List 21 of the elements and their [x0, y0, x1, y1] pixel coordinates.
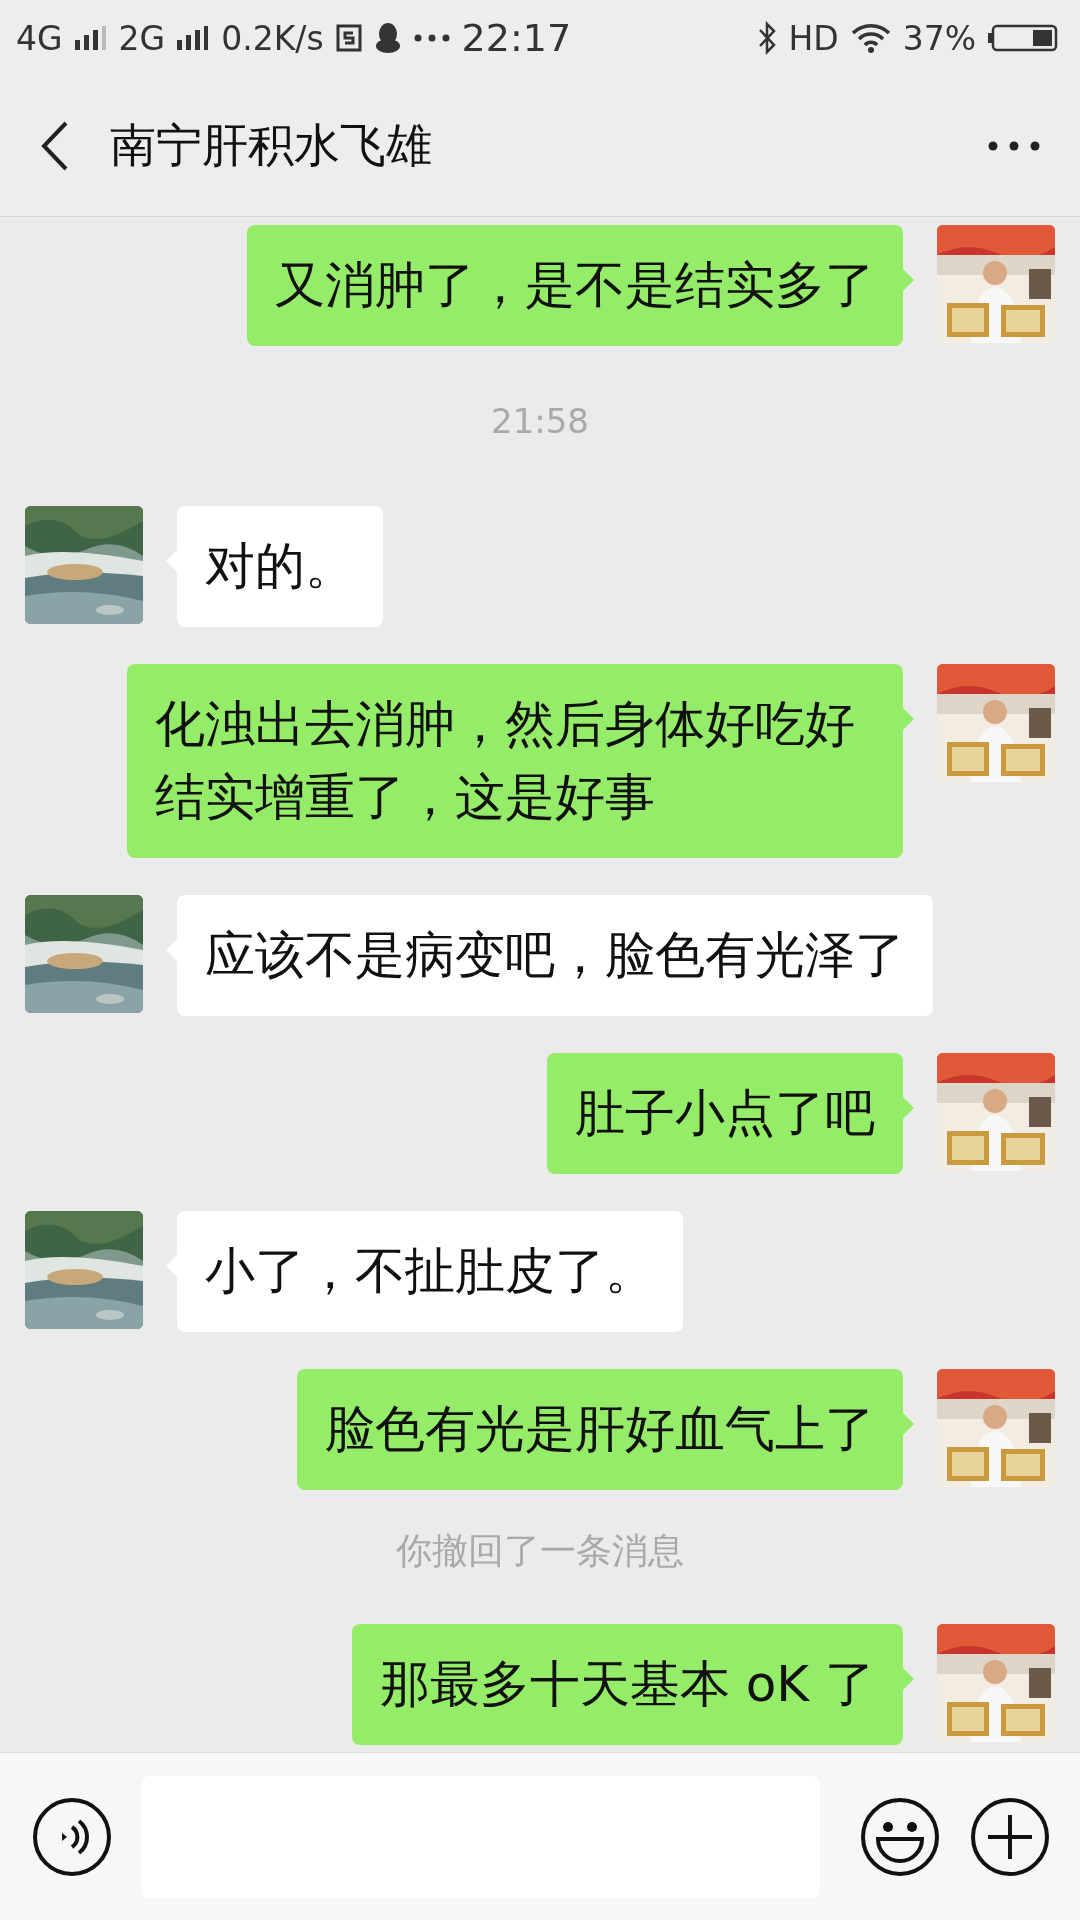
- more-icon[interactable]: [988, 141, 1040, 151]
- network-label: 2G: [118, 18, 166, 58]
- hd-label: HD: [788, 18, 839, 58]
- signal-icon: [177, 26, 210, 50]
- emoji-icon[interactable]: [860, 1796, 940, 1877]
- system-notice: 你撤回了一条消息: [396, 1530, 684, 1571]
- timestamp: 21:58: [491, 401, 589, 441]
- plus-icon[interactable]: [970, 1796, 1050, 1877]
- clock: 22:17: [461, 16, 572, 60]
- wifi-icon: [850, 23, 891, 53]
- back-icon[interactable]: [40, 120, 70, 172]
- square-s-icon: [335, 24, 362, 52]
- signal-icon: [74, 26, 107, 50]
- voice-icon[interactable]: [32, 1796, 112, 1877]
- network-label: 4G: [16, 18, 63, 58]
- more-icon: [413, 34, 450, 42]
- chat-title: 南宁肝积水飞雄: [110, 117, 432, 174]
- bluetooth-icon: [758, 21, 777, 55]
- network-speed: 0.2K/s: [221, 18, 324, 58]
- battery-icon: [988, 24, 1058, 52]
- battery-percent: 37%: [902, 18, 976, 58]
